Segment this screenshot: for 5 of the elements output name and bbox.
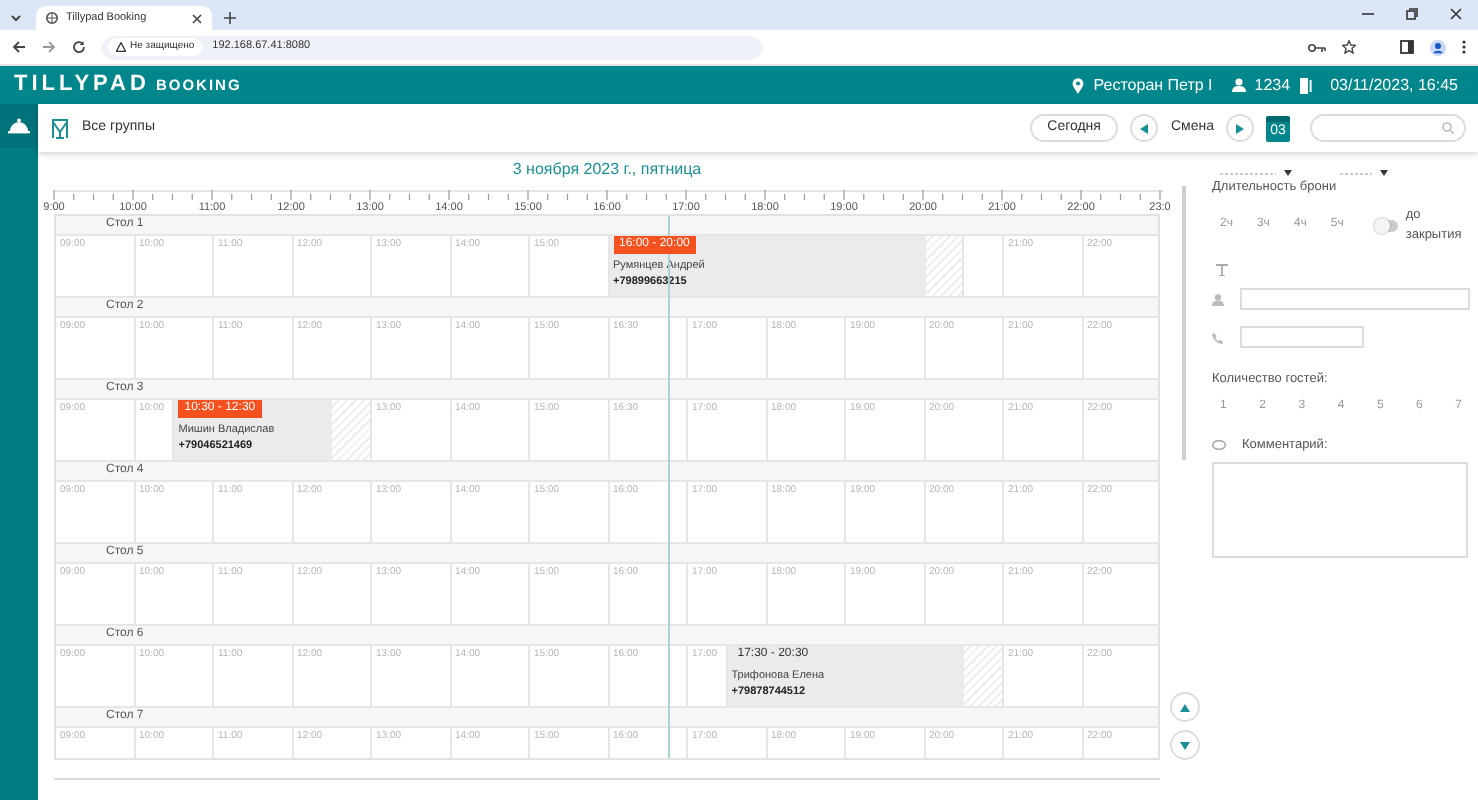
restaurant-name: Ресторан Петр I xyxy=(1093,73,1213,97)
user-id: 1234 xyxy=(1254,73,1291,97)
logo-text: TILLYPAD xyxy=(14,70,150,101)
schedule-date: 3 ноября 2023 г., пятница xyxy=(510,158,704,182)
date-time: 03/11/2023, 16:45 xyxy=(1330,73,1458,97)
